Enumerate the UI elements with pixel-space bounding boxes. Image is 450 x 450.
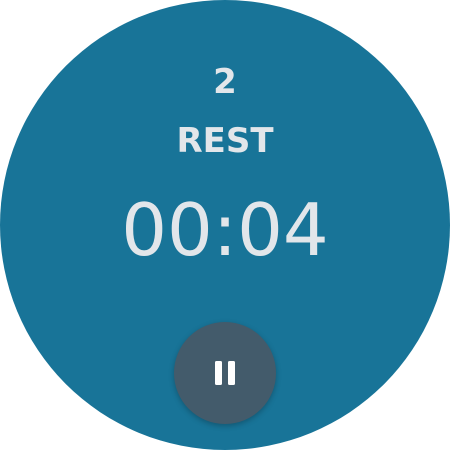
countdown-timer: 00:04 xyxy=(121,188,329,272)
watch-screen: 2 REST 00:04 xyxy=(0,0,450,450)
watch-face: 2 REST 00:04 xyxy=(0,0,450,450)
set-number: 2 xyxy=(213,62,237,102)
pause-button[interactable] xyxy=(174,322,276,424)
pause-icon xyxy=(211,359,239,387)
phase-label: REST xyxy=(176,121,274,161)
